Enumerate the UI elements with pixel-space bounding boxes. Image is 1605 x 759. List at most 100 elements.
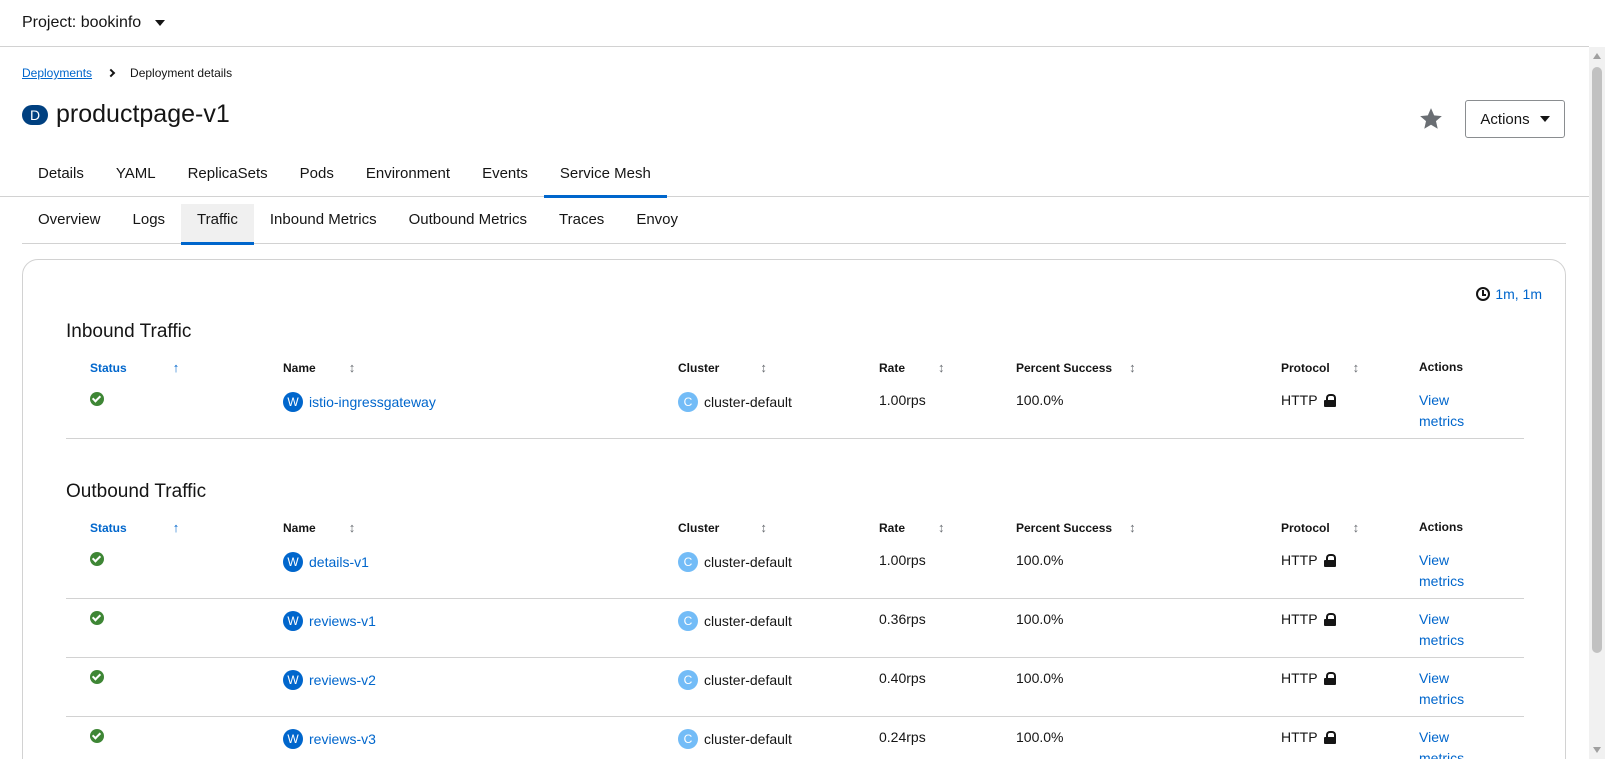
breadcrumb-deployments-link[interactable]: Deployments	[22, 66, 92, 80]
subtab-traffic[interactable]: Traffic	[181, 204, 254, 245]
tab-details[interactable]: Details	[22, 157, 100, 197]
actions-dropdown-button[interactable]: Actions	[1465, 100, 1565, 138]
sort-icon[interactable]: ↕	[938, 360, 945, 375]
sort-icon[interactable]: ↕	[349, 360, 356, 375]
name-cell: Wreviews-v3	[283, 729, 376, 749]
rate-cell: 0.36rps	[879, 611, 926, 627]
column-label: Percent Success	[1016, 360, 1113, 375]
lock-icon	[1323, 393, 1336, 407]
sort-ascending-icon[interactable]: ↑	[173, 360, 180, 375]
column-label: Status	[90, 360, 127, 375]
column-header-status[interactable]: Status ↑	[90, 520, 179, 535]
sort-icon[interactable]: ↕	[1353, 520, 1360, 535]
cluster-badge: C	[678, 392, 698, 412]
scrollbar[interactable]	[1589, 47, 1605, 759]
status-cell	[90, 670, 104, 684]
column-header-protocol[interactable]: Protocol ↕	[1281, 520, 1359, 535]
page-header: D productpage-v1	[22, 100, 230, 129]
status-cell	[90, 392, 104, 406]
column-label: Actions	[1419, 520, 1464, 534]
workload-link[interactable]: reviews-v2	[309, 672, 376, 688]
sort-icon[interactable]: ↕	[1353, 360, 1360, 375]
view-metrics-link[interactable]: View metrics	[1419, 609, 1479, 651]
breadcrumb: Deployments Deployment details	[22, 66, 232, 80]
project-label: Project: bookinfo	[22, 14, 142, 31]
workload-link[interactable]: reviews-v3	[309, 731, 376, 747]
sort-icon[interactable]: ↕	[1129, 520, 1136, 535]
column-label: Name	[283, 360, 316, 375]
subtab-traces[interactable]: Traces	[543, 204, 620, 244]
percent-success-cell: 100.0%	[1016, 611, 1064, 627]
column-header-status[interactable]: Status ↑	[90, 360, 179, 375]
table-row: Wistio-ingressgateway Ccluster-default 1.0…	[66, 380, 1524, 439]
protocol-label: HTTP	[1281, 729, 1318, 745]
lock-icon	[1323, 612, 1336, 626]
check-circle-icon	[90, 552, 104, 566]
sort-ascending-icon[interactable]: ↑	[173, 520, 180, 535]
workload-link[interactable]: reviews-v1	[309, 613, 376, 629]
subtab-overview[interactable]: Overview	[22, 204, 117, 244]
column-header-name[interactable]: Name ↕	[283, 520, 355, 535]
table-row: Wreviews-v2 Ccluster-default 0.40rps 100.0%…	[66, 658, 1524, 717]
project-selector[interactable]: Project: bookinfo	[22, 14, 166, 32]
scroll-down-icon[interactable]	[1593, 747, 1601, 753]
sort-icon[interactable]: ↕	[938, 520, 945, 535]
time-range-selector[interactable]: 1m, 1m	[1476, 286, 1542, 302]
sort-icon[interactable]: ↕	[1129, 360, 1136, 375]
scrollbar-thumb[interactable]	[1592, 67, 1602, 653]
column-header-cluster[interactable]: Cluster ↕	[678, 520, 767, 535]
column-header-rate[interactable]: Rate ↕	[879, 360, 945, 375]
tab-service-mesh[interactable]: Service Mesh	[543, 157, 667, 198]
sort-icon[interactable]: ↕	[349, 520, 356, 535]
rate-cell: 0.24rps	[879, 729, 926, 745]
rate-cell: 1.00rps	[879, 552, 926, 568]
time-range-label: 1m, 1m	[1495, 286, 1542, 302]
protocol-label: HTTP	[1281, 611, 1318, 627]
subtab-envoy[interactable]: Envoy	[620, 204, 694, 244]
name-cell: Wistio-ingressgateway	[283, 392, 436, 412]
deployment-badge: D	[22, 104, 48, 125]
cluster-cell: Ccluster-default	[678, 611, 792, 631]
table-row: Wreviews-v1 Ccluster-default 0.36rps 100.0%…	[66, 599, 1524, 658]
caret-down-icon	[1539, 116, 1550, 122]
star-icon[interactable]	[1418, 106, 1444, 132]
view-metrics-link[interactable]: View metrics	[1419, 668, 1479, 710]
protocol-label: HTTP	[1281, 392, 1318, 408]
percent-success-cell: 100.0%	[1016, 392, 1064, 408]
lock-icon	[1323, 730, 1336, 744]
sort-icon[interactable]: ↕	[760, 360, 767, 375]
view-metrics-link[interactable]: View metrics	[1419, 727, 1479, 759]
subtab-inbound-metrics[interactable]: Inbound Metrics	[254, 204, 393, 244]
column-header-percent-success[interactable]: Percent Success ↕	[1016, 520, 1136, 535]
tab-environment[interactable]: Environment	[350, 157, 466, 197]
protocol-cell: HTTP	[1281, 670, 1336, 686]
protocol-cell: HTTP	[1281, 611, 1336, 627]
workload-link[interactable]: istio-ingressgateway	[309, 394, 436, 410]
view-metrics-link[interactable]: View metrics	[1419, 390, 1479, 432]
column-header-name[interactable]: Name ↕	[283, 360, 355, 375]
view-metrics-link[interactable]: View metrics	[1419, 550, 1479, 592]
column-header-rate[interactable]: Rate ↕	[879, 520, 945, 535]
column-header-protocol[interactable]: Protocol ↕	[1281, 360, 1359, 375]
tab-events[interactable]: Events	[466, 157, 544, 197]
column-header-percent-success[interactable]: Percent Success ↕	[1016, 360, 1136, 375]
name-cell: Wreviews-v2	[283, 670, 376, 690]
workload-link[interactable]: details-v1	[309, 554, 369, 570]
status-cell	[90, 552, 104, 566]
tab-yaml[interactable]: YAML	[100, 157, 172, 197]
sort-icon[interactable]: ↕	[760, 520, 767, 535]
column-header-cluster[interactable]: Cluster ↕	[678, 360, 767, 375]
lock-icon	[1323, 553, 1336, 567]
outbound-title: Outbound Traffic	[66, 481, 207, 502]
tab-replicasets[interactable]: ReplicaSets	[172, 157, 284, 197]
caret-down-icon	[155, 20, 166, 26]
cluster-cell: Ccluster-default	[678, 392, 792, 412]
project-bar: Project: bookinfo	[0, 0, 1589, 47]
scroll-up-icon[interactable]	[1593, 53, 1601, 59]
tab-pods[interactable]: Pods	[284, 157, 350, 197]
table-row: Wreviews-v3 Ccluster-default 0.24rps 100.0%…	[66, 717, 1524, 759]
subtab-logs[interactable]: Logs	[117, 204, 182, 244]
page-title: productpage-v1	[56, 100, 230, 128]
clock-icon	[1476, 287, 1491, 301]
subtab-outbound-metrics[interactable]: Outbound Metrics	[393, 204, 543, 244]
